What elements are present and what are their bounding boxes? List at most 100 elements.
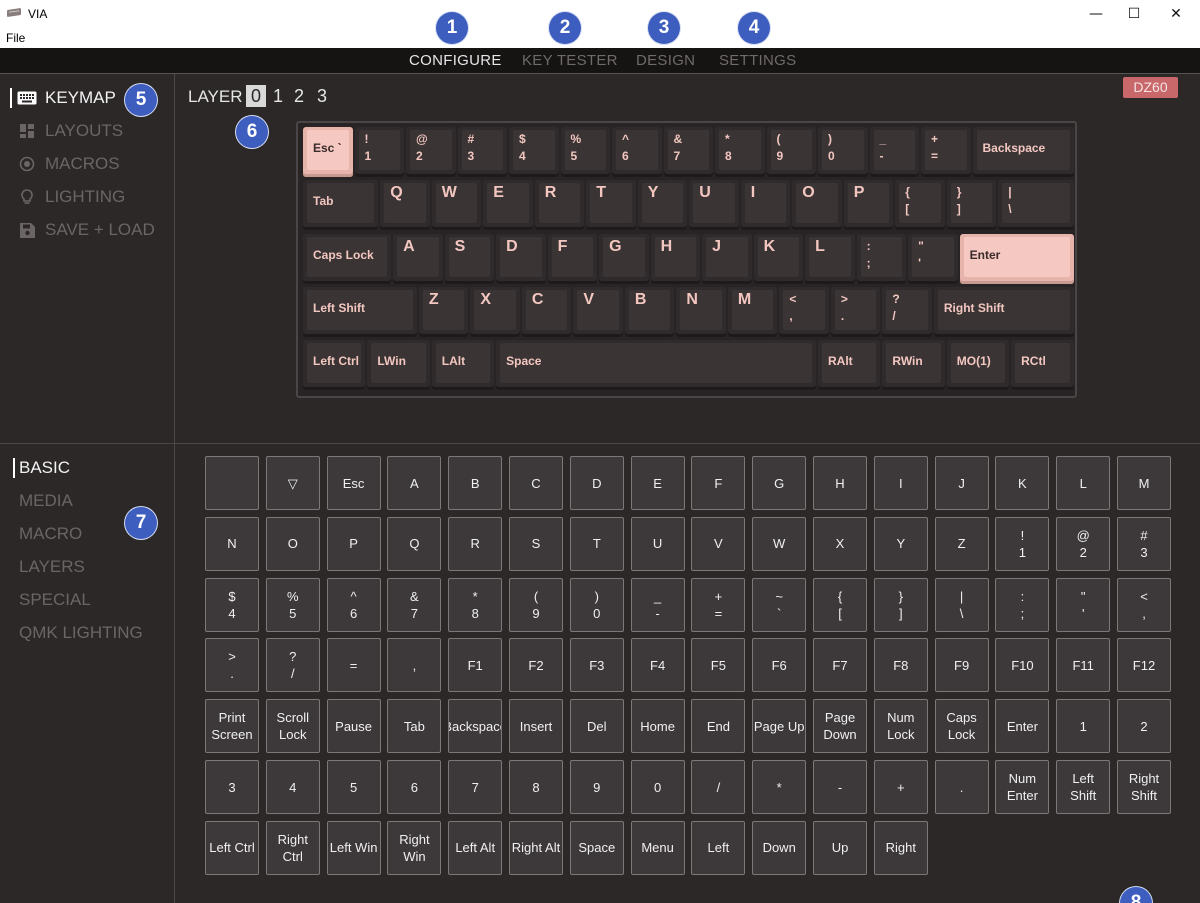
- keymap-key-s[interactable]: S: [444, 233, 495, 284]
- menu-file[interactable]: File: [6, 31, 25, 45]
- keycode-e[interactable]: E: [630, 456, 685, 510]
- keycode-backspace[interactable]: Backspace: [448, 699, 503, 754]
- keycode-left-alt[interactable]: Left Alt: [448, 820, 503, 875]
- keycode-3[interactable]: 3: [205, 760, 259, 814]
- keymap-key-esc[interactable]: Esc `: [303, 127, 353, 177]
- keycode-blank-41[interactable]: ~ `: [752, 577, 807, 632]
- keycode-blank-91[interactable]: +: [873, 760, 928, 814]
- keymap-key-lwin[interactable]: LWin: [367, 340, 430, 391]
- keymap-key-z[interactable]: Z: [418, 286, 469, 337]
- keymap-key-space[interactable]: Space: [496, 340, 816, 391]
- keycode-f9[interactable]: F9: [934, 638, 989, 693]
- keycode-d[interactable]: D: [569, 456, 624, 510]
- maximize-button[interactable]: ☐: [1111, 0, 1157, 30]
- keycode-insert[interactable]: Insert: [509, 699, 563, 754]
- keycode-blank-51[interactable]: ,: [387, 638, 442, 693]
- keycode-1[interactable]: ! 1: [995, 516, 1050, 571]
- menu-item-layouts[interactable]: LAYOUTS: [16, 119, 123, 143]
- keymap-key-o[interactable]: O: [792, 180, 842, 231]
- keycode-m[interactable]: M: [1117, 456, 1171, 510]
- keycode-9[interactable]: ( 9: [509, 577, 563, 632]
- keymap-key-j[interactable]: J: [702, 233, 752, 284]
- keymap-key-8[interactable]: * 8: [715, 127, 765, 177]
- keycode-s[interactable]: S: [509, 516, 563, 571]
- layer-0-button[interactable]: 0: [246, 85, 266, 107]
- tab-key-tester[interactable]: KEY TESTER: [522, 52, 618, 69]
- keycode-right[interactable]: Right: [873, 820, 928, 875]
- keycode-scroll-lock[interactable]: Scroll Lock: [265, 699, 320, 754]
- keycode-down[interactable]: Down: [752, 820, 807, 875]
- keycode-blank-44[interactable]: | \: [934, 577, 989, 632]
- keycode-caps-lock[interactable]: Caps Lock: [934, 699, 989, 754]
- keymap-key-f[interactable]: F: [547, 233, 598, 284]
- keymap-key-symbol[interactable]: " ': [908, 233, 958, 284]
- keymap-key-right-shift[interactable]: Right Shift: [933, 286, 1074, 337]
- keycode-a[interactable]: A: [387, 456, 442, 510]
- keycode-space[interactable]: Space: [569, 820, 624, 875]
- keymap-key-0[interactable]: ) 0: [818, 127, 868, 177]
- keycode-n[interactable]: N: [205, 516, 259, 571]
- keycode-num-lock[interactable]: Num Lock: [873, 699, 928, 754]
- keycode-blank-42[interactable]: { [: [813, 577, 867, 632]
- keycode-blank-40[interactable]: + =: [691, 577, 746, 632]
- keymap-key-left-ctrl[interactable]: Left Ctrl: [303, 340, 366, 391]
- menu-item-macros[interactable]: MACROS: [16, 152, 120, 176]
- keymap-key-v[interactable]: V: [573, 286, 623, 337]
- keycode-4[interactable]: 4: [265, 760, 320, 814]
- keymap-key-x[interactable]: X: [470, 286, 520, 337]
- keycode-z[interactable]: Z: [934, 516, 989, 571]
- keymap-key-b[interactable]: B: [624, 286, 675, 337]
- menu-item-keymap[interactable]: KEYMAP: [10, 86, 116, 110]
- keycode-u[interactable]: U: [630, 516, 685, 571]
- keycode-7[interactable]: & 7: [387, 577, 442, 632]
- keycode-0[interactable]: 0: [630, 760, 685, 814]
- tab-configure[interactable]: CONFIGURE: [409, 52, 502, 69]
- keycode-left[interactable]: Left: [691, 820, 746, 875]
- keymap-key-symbol[interactable]: : ;: [856, 233, 907, 284]
- keycode-blank-48[interactable]: > .: [205, 638, 259, 693]
- keymap-key-n[interactable]: N: [676, 286, 726, 337]
- keycode-h[interactable]: H: [813, 456, 867, 510]
- keycode-menu[interactable]: Menu: [630, 820, 685, 875]
- keymap-key-9[interactable]: ( 9: [766, 127, 816, 177]
- keycode-6[interactable]: 6: [387, 760, 442, 814]
- keymap-key-h[interactable]: H: [650, 233, 701, 284]
- keycode-blank-49[interactable]: ? /: [265, 638, 320, 693]
- keymap-key-4[interactable]: $ 4: [509, 127, 559, 177]
- keycode-i[interactable]: I: [873, 456, 928, 510]
- keymap-key-q[interactable]: Q: [380, 180, 430, 231]
- keycode-blank-90[interactable]: -: [813, 760, 867, 814]
- keymap-key-symbol[interactable]: _ -: [869, 127, 919, 177]
- keymap-key-mo-1[interactable]: MO(1): [946, 340, 1010, 391]
- keycode-j[interactable]: J: [934, 456, 989, 510]
- keymap-key-symbol[interactable]: | \: [998, 180, 1074, 231]
- category-special[interactable]: SPECIAL: [19, 588, 91, 612]
- keycode-k[interactable]: K: [995, 456, 1050, 510]
- keycode-blank-50[interactable]: =: [326, 638, 381, 693]
- keycode-r[interactable]: R: [448, 516, 503, 571]
- category-qmk-lighting[interactable]: QMK LIGHTING: [19, 621, 143, 645]
- keymap-key-r[interactable]: R: [534, 180, 585, 231]
- keymap-key-symbol[interactable]: + =: [921, 127, 971, 177]
- keycode-6[interactable]: ^ 6: [326, 577, 381, 632]
- category-layers[interactable]: LAYERS: [19, 555, 85, 579]
- keymap-key-enter[interactable]: Enter: [959, 233, 1074, 284]
- keycode-g[interactable]: G: [752, 456, 807, 510]
- keycode-o[interactable]: O: [265, 516, 320, 571]
- keymap-key-p[interactable]: P: [843, 180, 894, 231]
- keymap-key-l[interactable]: L: [805, 233, 855, 284]
- keymap-key-g[interactable]: G: [599, 233, 649, 284]
- keycode-9[interactable]: 9: [569, 760, 624, 814]
- keycode-f5[interactable]: F5: [691, 638, 746, 693]
- keycode-enter[interactable]: Enter: [995, 699, 1050, 754]
- layer-2-button[interactable]: 2: [289, 85, 309, 107]
- keycode-2[interactable]: @ 2: [1056, 516, 1111, 571]
- keymap-key-3[interactable]: # 3: [457, 127, 507, 177]
- keycode-f6[interactable]: F6: [752, 638, 807, 693]
- keymap-key-y[interactable]: Y: [637, 180, 688, 231]
- keycode-f11[interactable]: F11: [1056, 638, 1111, 693]
- keymap-key-rwin[interactable]: RWin: [882, 340, 945, 391]
- layer-1-button[interactable]: 1: [268, 85, 288, 107]
- keycode-right-alt[interactable]: Right Alt: [509, 820, 563, 875]
- keycode-f7[interactable]: F7: [813, 638, 867, 693]
